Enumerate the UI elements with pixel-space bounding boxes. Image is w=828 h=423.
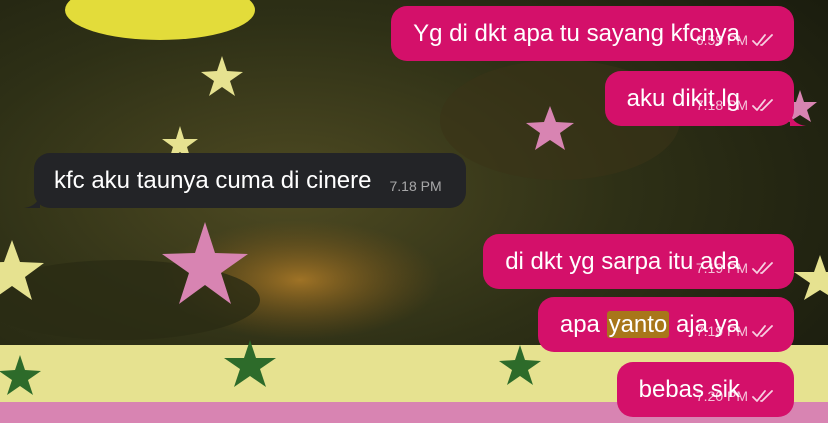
- outgoing-message[interactable]: bebas sik 7.20 PM: [616, 362, 794, 417]
- message-time: 7.18 PM: [695, 97, 748, 113]
- double-check-icon: [752, 262, 773, 274]
- message-time: 6.59 PM: [695, 32, 748, 48]
- message-text: kfc aku taunya cuma di cinere: [54, 166, 372, 194]
- double-check-icon: [752, 34, 773, 46]
- double-check-icon: [752, 99, 773, 111]
- message-meta: 7.18 PM: [696, 97, 776, 113]
- outgoing-message[interactable]: aku dikit lg 7.18 PM: [604, 71, 806, 126]
- double-check-icon: [752, 325, 773, 337]
- message-text: Yg di dkt apa tu sayang kfcnya: [413, 19, 740, 47]
- message-meta: 7.19 PM: [696, 323, 776, 339]
- double-check-icon: [752, 390, 773, 402]
- highlighted-word[interactable]: yanto: [606, 310, 670, 338]
- chat-wallpaper: [0, 0, 828, 423]
- message-time: 7.20 PM: [695, 388, 748, 404]
- outgoing-message[interactable]: Yg di dkt apa tu sayang kfcnya 6.59 PM: [391, 6, 794, 61]
- message-meta: 7.19 PM: [696, 260, 776, 276]
- incoming-message[interactable]: kfc aku taunya cuma di cinere 7.18 PM: [24, 153, 466, 208]
- message-time: 7.19 PM: [695, 323, 748, 339]
- message-meta: 7.18 PM: [390, 178, 442, 194]
- message-meta: 6.59 PM: [696, 32, 776, 48]
- bubble-tail: [790, 112, 806, 126]
- outgoing-message[interactable]: apa yanto aja ya 7.19 PM: [537, 297, 794, 352]
- message-meta: 7.20 PM: [696, 388, 776, 404]
- outgoing-message[interactable]: di dkt yg sarpa itu ada 7.19 PM: [483, 234, 794, 289]
- message-text-before: apa: [559, 310, 607, 338]
- message-time: 7.18 PM: [389, 177, 442, 194]
- message-time: 7.19 PM: [695, 260, 748, 276]
- bubble-tail: [24, 194, 40, 208]
